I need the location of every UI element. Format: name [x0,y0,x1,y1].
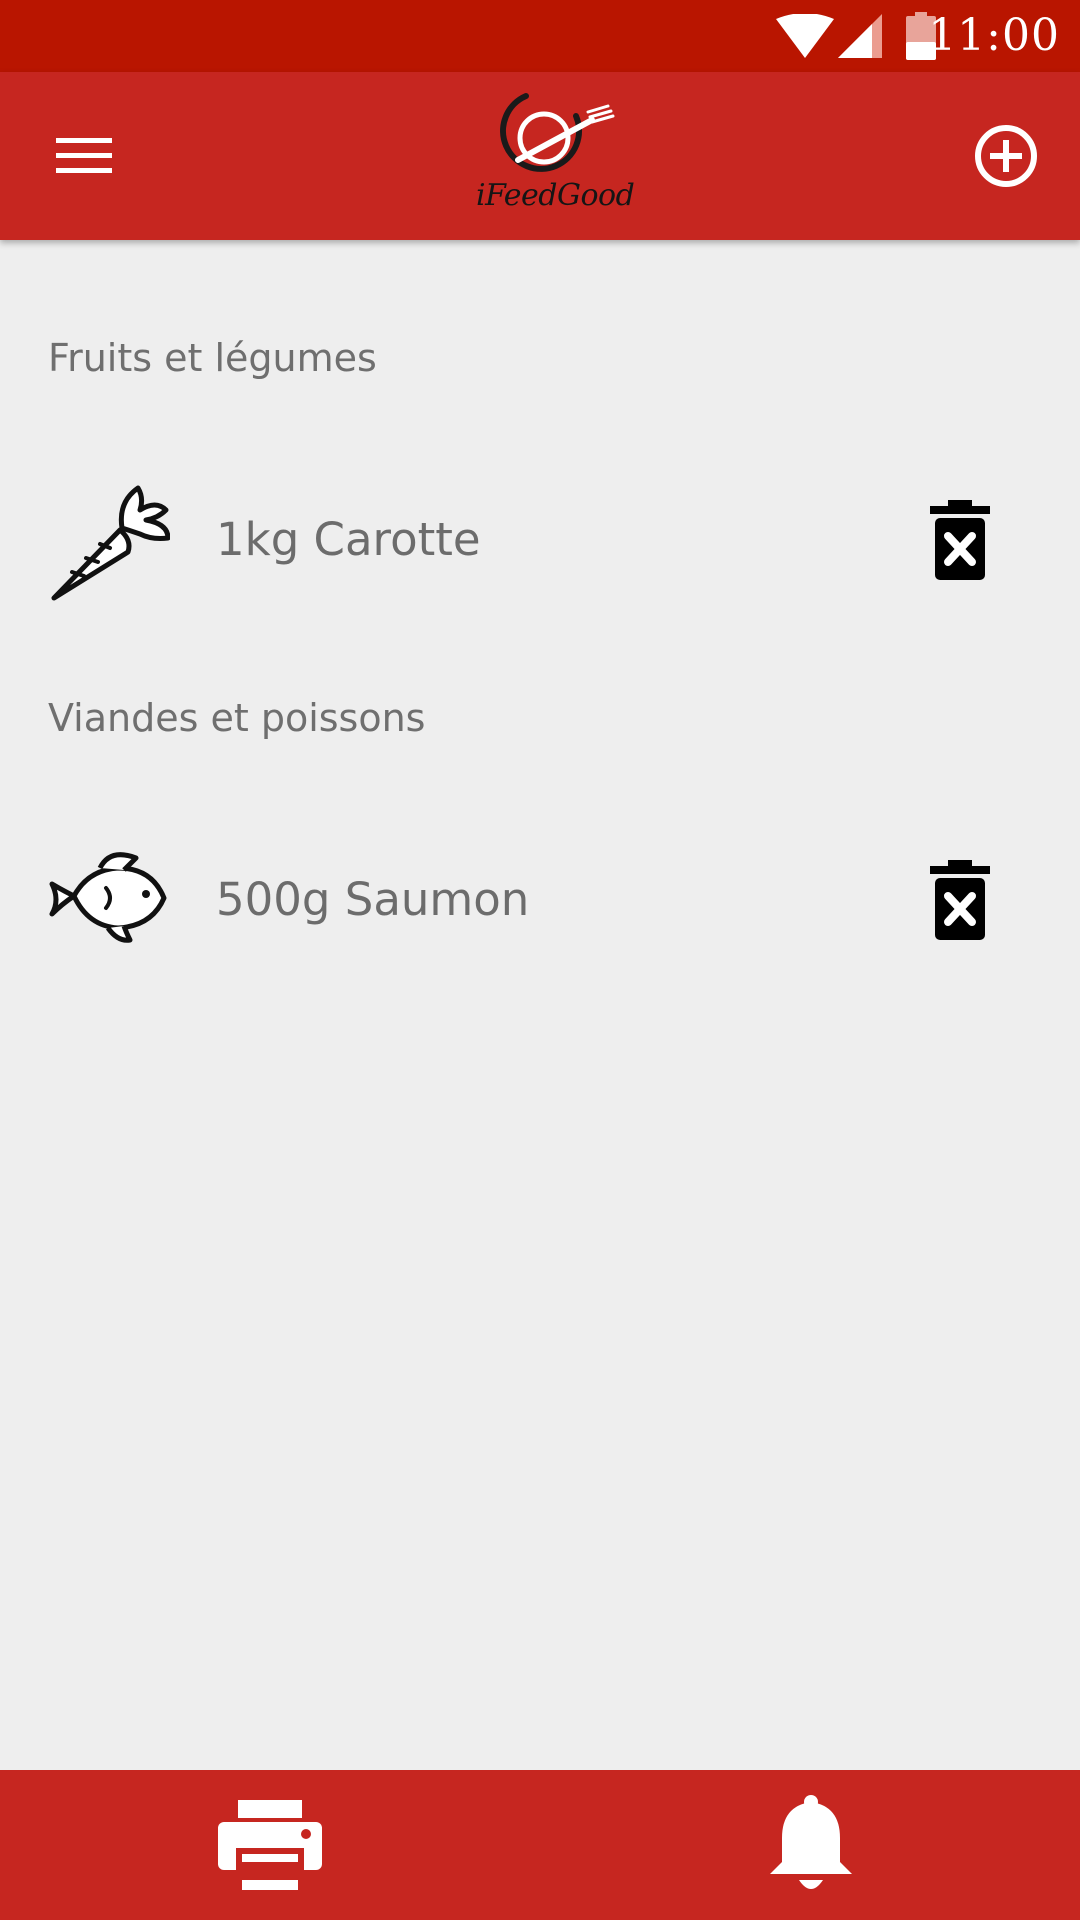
bell-icon [766,1794,856,1894]
section-title: Viandes et poissons [48,696,426,740]
print-button[interactable] [218,1800,322,1890]
trash-delete-icon [928,500,992,584]
signal-icon [838,14,882,58]
shopping-list: Fruits et légumes 1kg Carotte Viandes et… [0,240,1080,1770]
delete-button[interactable] [928,860,992,944]
add-circle-icon [966,116,1046,196]
trash-delete-icon [928,860,992,944]
status-time: 11:00 [928,10,1060,61]
add-item-button[interactable] [966,116,1046,196]
fish-icon [48,840,170,962]
notifications-button[interactable] [766,1794,856,1894]
printer-icon [218,1800,322,1890]
app-bar: iFeedGood [0,72,1080,240]
plate-fork-logo-icon [476,90,626,186]
delete-button[interactable] [928,500,992,584]
carrot-icon [48,480,170,602]
item-label: 1kg Carotte [216,513,481,566]
section-title: Fruits et légumes [48,336,377,380]
hamburger-menu-icon [40,122,128,190]
logo-text: iFeedGood [476,178,635,213]
app-logo: iFeedGood [476,90,635,220]
bottom-bar [0,1770,1080,1920]
list-item[interactable]: 500g Saumon [0,830,1080,970]
menu-button[interactable] [40,122,128,190]
wifi-icon [776,14,834,60]
item-label: 500g Saumon [216,873,530,926]
list-item[interactable]: 1kg Carotte [0,470,1080,610]
status-bar: 11:00 [0,0,1080,72]
